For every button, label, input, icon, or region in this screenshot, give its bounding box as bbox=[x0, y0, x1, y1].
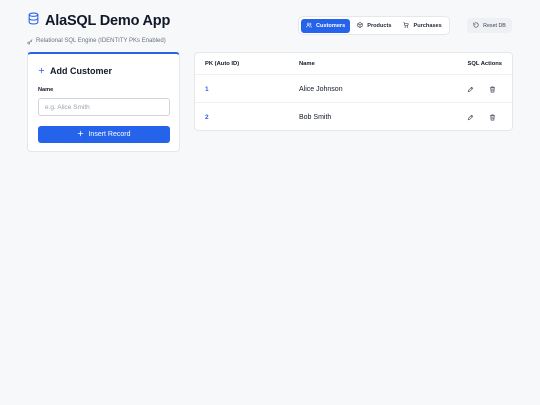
row-pk: 1 bbox=[205, 86, 209, 93]
plus-icon bbox=[77, 130, 84, 139]
cart-icon bbox=[403, 21, 410, 30]
page-title: AlaSQL Demo App bbox=[45, 13, 171, 29]
table-row: 2 Bob Smith bbox=[195, 103, 512, 130]
reset-db-label: Reset DB bbox=[483, 22, 506, 29]
table-header: PK (Auto ID) Name SQL Actions bbox=[195, 53, 512, 75]
card-title: Add Customer bbox=[38, 66, 112, 76]
trash-icon[interactable] bbox=[488, 113, 496, 121]
row-name: Bob Smith bbox=[299, 114, 332, 121]
tab-products-label: Products bbox=[367, 22, 392, 29]
tab-customers[interactable]: Customers bbox=[301, 18, 351, 33]
box-icon bbox=[357, 21, 363, 30]
tab-products[interactable]: Products bbox=[352, 19, 396, 33]
tab-purchases[interactable]: Purchases bbox=[398, 19, 446, 33]
tab-customers-label: Customers bbox=[316, 22, 346, 29]
app-header: AlaSQL Demo App Relational SQL Engine (I… bbox=[27, 12, 170, 50]
card-title-text: Add Customer bbox=[50, 66, 113, 76]
customers-table: PK (Auto ID) Name SQL Actions 1 Alice Jo… bbox=[194, 52, 513, 131]
plus-icon bbox=[38, 66, 45, 76]
edit-icon[interactable] bbox=[466, 85, 474, 93]
database-icon bbox=[27, 12, 40, 30]
edit-icon[interactable] bbox=[466, 113, 474, 121]
key-icon bbox=[27, 32, 33, 50]
name-input[interactable] bbox=[38, 98, 170, 116]
row-name: Alice Johnson bbox=[299, 86, 343, 93]
trash-icon[interactable] bbox=[488, 85, 496, 93]
users-icon bbox=[306, 22, 312, 30]
column-header-name: Name bbox=[299, 61, 315, 67]
page-subtitle: Relational SQL Engine (IDENTITY PKs Enab… bbox=[36, 38, 166, 44]
insert-record-label: Insert Record bbox=[88, 131, 131, 138]
insert-record-button[interactable]: Insert Record bbox=[38, 126, 170, 143]
column-header-pk: PK (Auto ID) bbox=[205, 61, 240, 67]
add-customer-card: Add Customer Name Insert Record bbox=[27, 52, 180, 152]
subtitle-row: Relational SQL Engine (IDENTITY PKs Enab… bbox=[27, 32, 170, 50]
rotate-icon bbox=[473, 21, 479, 30]
column-header-actions: SQL Actions bbox=[467, 61, 502, 67]
tab-purchases-label: Purchases bbox=[413, 22, 442, 29]
title-row: AlaSQL Demo App bbox=[27, 12, 170, 30]
row-pk: 2 bbox=[205, 114, 209, 121]
tab-bar: Customers Products Purchases bbox=[298, 16, 450, 35]
reset-db-button[interactable]: Reset DB bbox=[467, 18, 512, 33]
name-field-label: Name bbox=[38, 87, 54, 93]
table-row: 1 Alice Johnson bbox=[195, 75, 512, 103]
